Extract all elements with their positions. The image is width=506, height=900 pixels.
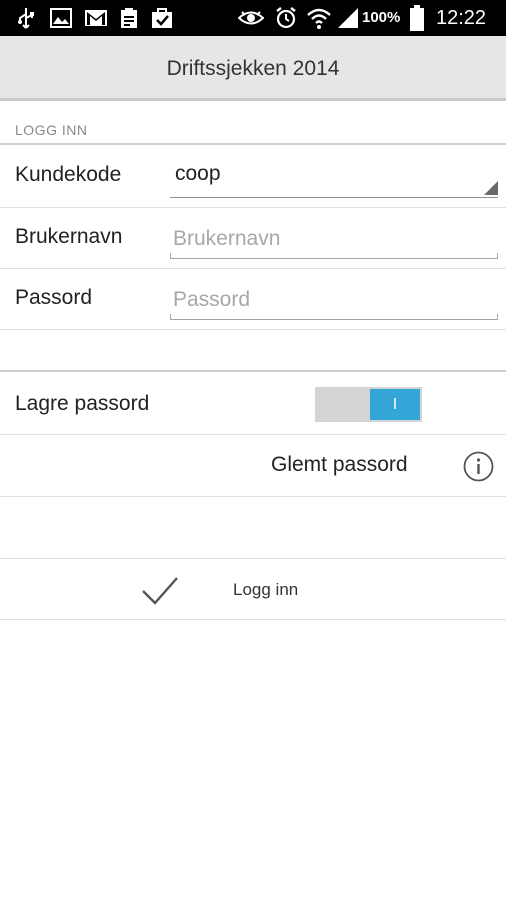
username-field-wrapper: [170, 223, 498, 259]
gmail-icon: [84, 6, 108, 30]
login-button-label: Logg inn: [233, 580, 299, 599]
info-icon[interactable]: [463, 451, 494, 482]
save-password-label: Lagre passord: [15, 392, 150, 415]
eye-icon: [238, 6, 264, 30]
battery-icon: [408, 5, 426, 31]
forgot-password-link[interactable]: Glemt passord: [271, 453, 408, 477]
app-screen: 100% 12:22 Driftssjekken 2014 LOGG INN K…: [0, 0, 506, 900]
checkbox-bag-icon: [150, 6, 174, 30]
action-bar: Driftssjekken 2014: [0, 36, 506, 101]
username-input[interactable]: [170, 223, 498, 255]
row-divider: [0, 434, 506, 435]
customer-code-value: coop: [175, 162, 221, 185]
row-divider: [0, 268, 506, 269]
row-divider: [0, 329, 506, 330]
page-title: Driftssjekken 2014: [166, 57, 340, 80]
customer-code-spinner[interactable]: coop: [170, 158, 498, 198]
row-divider: [0, 496, 506, 497]
clipboard-icon: [118, 6, 140, 30]
signal-icon: [336, 6, 360, 30]
dropdown-arrow-icon: [484, 181, 498, 195]
image-icon: [49, 6, 73, 30]
row-divider: [0, 558, 506, 559]
usb-icon: [16, 6, 36, 30]
password-underline: [170, 314, 498, 320]
section-divider: [0, 370, 506, 372]
username-underline: [170, 253, 498, 259]
password-field-wrapper: [170, 284, 498, 320]
wifi-icon: [306, 6, 332, 30]
alarm-icon: [274, 6, 298, 30]
section-divider: [0, 143, 506, 145]
row-divider: [0, 619, 506, 620]
check-icon: [140, 575, 180, 607]
password-label: Passord: [15, 286, 93, 309]
section-header: LOGG INN: [15, 122, 88, 138]
password-input[interactable]: [170, 284, 498, 316]
clock: 12:22: [436, 7, 487, 29]
username-label: Brukernavn: [15, 225, 123, 248]
battery-percent: 100%: [362, 9, 401, 26]
row-divider: [0, 207, 506, 208]
save-password-toggle[interactable]: I: [315, 387, 422, 422]
customer-code-label: Kundekode: [15, 163, 122, 186]
toggle-knob: I: [370, 389, 420, 420]
status-bar: 100% 12:22: [0, 0, 506, 36]
